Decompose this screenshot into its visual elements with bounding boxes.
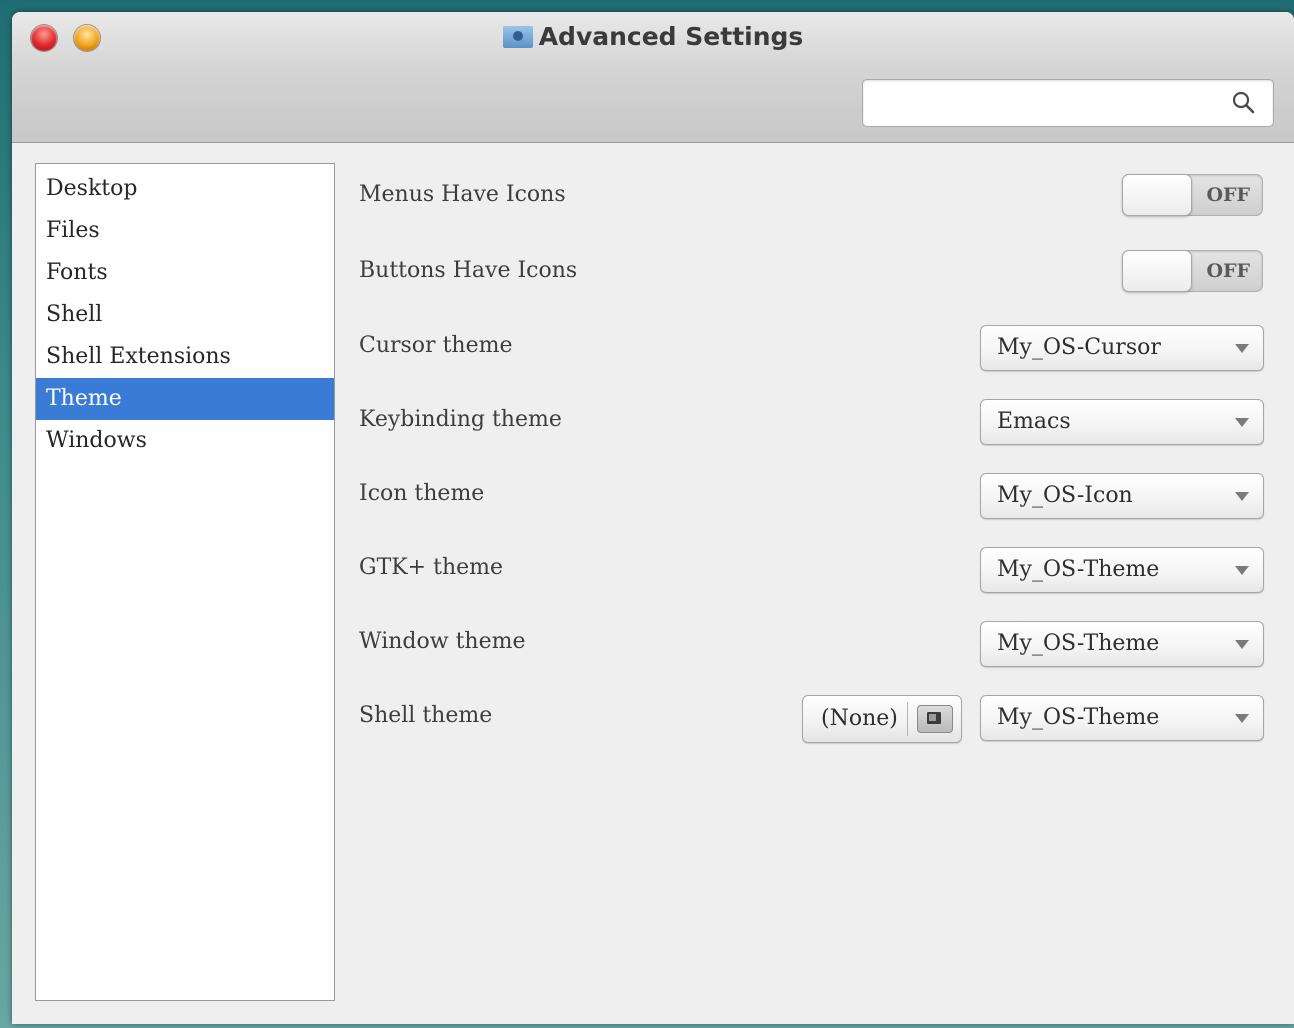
keybinding-theme-row: Keybinding theme Emacs [12, 399, 1294, 445]
gtk-theme-label: GTK+ theme [359, 555, 504, 580]
window-title-text: Advanced Settings [538, 22, 804, 51]
icon-theme-value: My_OS-Icon [997, 483, 1133, 508]
gtk-theme-row: GTK+ theme My_OS-Theme [12, 547, 1294, 593]
icon-theme-label: Icon theme [359, 481, 485, 506]
folder-icon [502, 26, 533, 48]
icon-theme-row: Icon theme My_OS-Icon [12, 473, 1294, 519]
toggle-state-label: OFF [1206, 260, 1250, 282]
file-button-separator [907, 702, 908, 736]
cursor-theme-dropdown[interactable]: My_OS-Cursor [980, 325, 1264, 371]
buttons-have-icons-row: Buttons Have Icons OFF [12, 250, 1294, 296]
window-theme-value: My_OS-Theme [997, 631, 1160, 656]
chevron-down-icon [1235, 344, 1249, 353]
window-theme-label: Window theme [359, 629, 526, 654]
buttons-have-icons-label: Buttons Have Icons [359, 258, 578, 283]
chevron-down-icon [1235, 418, 1249, 427]
title-bar: Advanced Settings [12, 12, 1294, 143]
toggle-knob[interactable] [1122, 250, 1192, 292]
open-folder-icon [917, 705, 953, 733]
keybinding-theme-dropdown[interactable]: Emacs [980, 399, 1264, 445]
toggle-state-label: OFF [1206, 184, 1250, 206]
shell-theme-dropdown[interactable]: My_OS-Theme [980, 695, 1264, 741]
shell-theme-file-button[interactable]: (None) [802, 695, 962, 743]
cursor-theme-value: My_OS-Cursor [997, 335, 1161, 360]
window-theme-row: Window theme My_OS-Theme [12, 621, 1294, 667]
chevron-down-icon [1235, 714, 1249, 723]
shell-theme-value: My_OS-Theme [997, 705, 1160, 730]
chevron-down-icon [1235, 640, 1249, 649]
buttons-have-icons-toggle[interactable]: OFF [1122, 250, 1263, 292]
keybinding-theme-value: Emacs [997, 409, 1071, 434]
toggle-knob[interactable] [1122, 174, 1192, 216]
menus-have-icons-row: Menus Have Icons OFF [12, 174, 1294, 220]
search-input[interactable] [871, 86, 1215, 120]
icon-theme-dropdown[interactable]: My_OS-Icon [980, 473, 1264, 519]
menus-have-icons-label: Menus Have Icons [359, 182, 566, 207]
gtk-theme-dropdown[interactable]: My_OS-Theme [980, 547, 1264, 593]
shell-theme-row: Shell theme (None) My_OS-Theme [12, 695, 1294, 743]
gtk-theme-value: My_OS-Theme [997, 557, 1160, 582]
window-theme-dropdown[interactable]: My_OS-Theme [980, 621, 1264, 667]
search-box[interactable] [862, 79, 1274, 127]
chevron-down-icon [1235, 492, 1249, 501]
chevron-down-icon [1235, 566, 1249, 575]
keybinding-theme-label: Keybinding theme [359, 407, 562, 432]
cursor-theme-label: Cursor theme [359, 333, 513, 358]
cursor-theme-row: Cursor theme My_OS-Cursor [12, 325, 1294, 371]
shell-theme-file-label: (None) [821, 706, 898, 731]
menus-have-icons-toggle[interactable]: OFF [1122, 174, 1263, 216]
shell-theme-label: Shell theme [359, 703, 493, 728]
search-icon[interactable] [1231, 90, 1255, 114]
advanced-settings-window: Advanced Settings Desktop Files Fonts Sh… [12, 12, 1294, 1024]
window-title: Advanced Settings [12, 22, 1294, 51]
